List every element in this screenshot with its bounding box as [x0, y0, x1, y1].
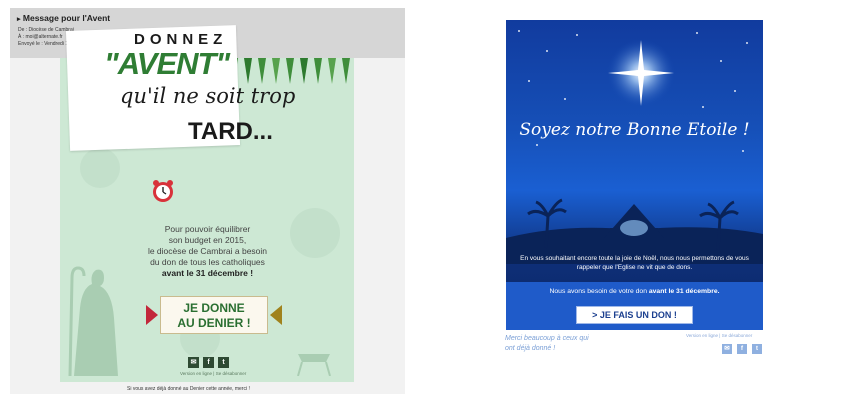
- email-body-text: En vous souhaitant encore toute la joie …: [520, 255, 749, 271]
- body-line: son budget en 2015,: [168, 235, 247, 245]
- body-deadline: avant le 31 décembre !: [161, 268, 254, 278]
- facebook-icon[interactable]: f: [737, 344, 747, 354]
- headline-quil: qu'il ne soit trop: [120, 84, 296, 108]
- body-line: le diocèse de Cambrai a besoin: [147, 246, 268, 256]
- headline-tard: TARD...: [188, 118, 273, 145]
- headline-avent: "AVENT": [104, 46, 230, 81]
- arrow-left-icon: [270, 305, 282, 325]
- manger-silhouette: [297, 354, 331, 376]
- button-label-line1: JE DONNE: [183, 301, 245, 315]
- star: [720, 60, 722, 62]
- background-texture: [80, 148, 120, 188]
- star: [536, 144, 538, 146]
- star: [528, 80, 530, 82]
- donate-denier-button[interactable]: JE DONNE AU DENIER !: [160, 296, 268, 334]
- star: [564, 98, 566, 100]
- star: [576, 34, 578, 36]
- email-body-text: Pour pouvoir équilibrer son budget en 20…: [100, 224, 315, 279]
- arrow-right-icon: [146, 305, 158, 325]
- mail-subject[interactable]: ▸ Message pour l'Avent: [17, 13, 110, 23]
- alarm-clock-icon: [153, 180, 173, 202]
- star: [746, 42, 748, 44]
- star: [518, 30, 520, 32]
- star: [702, 106, 704, 108]
- email-footer-note: Si vous avez déjà donné au Denier cette …: [127, 386, 250, 392]
- thanks-note: Merci beaucoup à ceux qui ont déjà donné…: [505, 335, 589, 352]
- body-line: du don de tous les catholiques: [150, 257, 265, 267]
- twitter-icon[interactable]: t: [218, 357, 229, 368]
- shepherd-silhouette: [68, 266, 118, 376]
- donate-button-group: JE DONNE AU DENIER !: [146, 296, 282, 334]
- facebook-icon[interactable]: f: [203, 357, 214, 368]
- star: [734, 90, 736, 92]
- body-line: Pour pouvoir équilibrer: [164, 224, 251, 234]
- expand-arrow-icon[interactable]: ▸: [17, 16, 21, 23]
- email-share-icon[interactable]: ✉: [722, 344, 732, 354]
- mail-to: À : moi@alternate.fr: [18, 34, 63, 40]
- footer-links[interactable]: Version en ligne | Se désabonner: [686, 333, 752, 338]
- star: [546, 50, 548, 52]
- button-label-line2: AU DENIER !: [177, 316, 251, 330]
- email-bonne-etoile: Soyez notre Bonne Etoile ! En vous souha…: [506, 20, 763, 330]
- donate-prompt-text: Nous avons besoin de votre don avant le …: [549, 288, 720, 295]
- email-title: Soyez notre Bonne Etoile !: [519, 120, 750, 140]
- twitter-icon[interactable]: t: [752, 344, 762, 354]
- footer-links[interactable]: Version en ligne | Se désabonner: [180, 371, 246, 376]
- make-donation-button[interactable]: > JE FAIS UN DON !: [576, 306, 693, 324]
- nativity-scene-silhouette: [506, 198, 763, 264]
- email-share-icon[interactable]: ✉: [188, 357, 199, 368]
- bethlehem-star-icon: [607, 39, 675, 107]
- star: [742, 150, 744, 152]
- star: [696, 32, 698, 34]
